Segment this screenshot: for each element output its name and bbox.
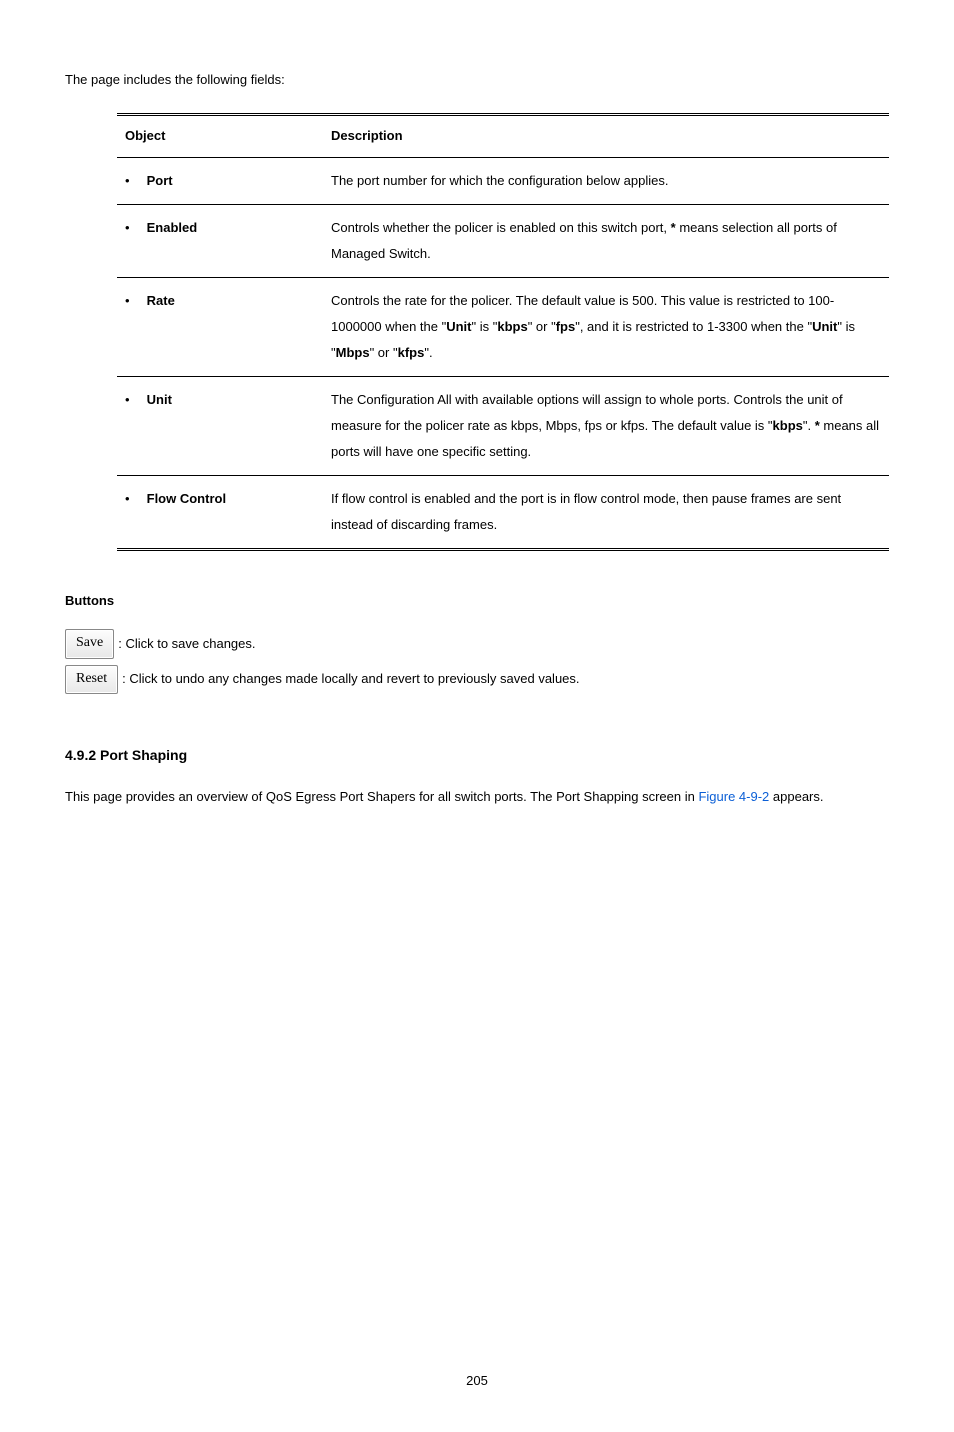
- table-row: • Flow Control If flow control is enable…: [117, 475, 889, 549]
- page-number: 205: [65, 1371, 889, 1392]
- figure-link[interactable]: Figure 4-9-2: [698, 789, 769, 804]
- row-desc: The Configuration All with available opt…: [323, 376, 889, 475]
- row-object: Port: [147, 173, 173, 188]
- save-desc: : Click to save changes.: [118, 634, 255, 655]
- table-row: • Unit The Configuration All with availa…: [117, 376, 889, 475]
- row-desc: Controls the rate for the policer. The d…: [323, 277, 889, 376]
- col-header-description: Description: [323, 114, 889, 157]
- row-object: Enabled: [147, 220, 198, 235]
- row-object: Unit: [147, 392, 172, 407]
- row-desc: If flow control is enabled and the port …: [323, 475, 889, 549]
- button-row-save: Save : Click to save changes.: [65, 629, 889, 658]
- table-row: • Port The port number for which the con…: [117, 157, 889, 204]
- bullet-icon: •: [125, 288, 143, 314]
- section-paragraph: This page provides an overview of QoS Eg…: [65, 783, 889, 812]
- section-heading: 4.9.2 Port Shaping: [65, 744, 889, 766]
- row-object: Rate: [147, 293, 175, 308]
- reset-desc: : Click to undo any changes made locally…: [122, 669, 579, 690]
- table-row: • Enabled Controls whether the policer i…: [117, 204, 889, 277]
- row-desc: The port number for which the configurat…: [323, 157, 889, 204]
- table-row: • Rate Controls the rate for the policer…: [117, 277, 889, 376]
- save-button[interactable]: Save: [65, 629, 114, 658]
- bullet-icon: •: [125, 486, 143, 512]
- bullet-icon: •: [125, 168, 143, 194]
- buttons-heading: Buttons: [65, 591, 889, 612]
- reset-button[interactable]: Reset: [65, 665, 118, 694]
- button-row-reset: Reset : Click to undo any changes made l…: [65, 665, 889, 694]
- bullet-icon: •: [125, 215, 143, 241]
- intro-text: The page includes the following fields:: [65, 70, 889, 91]
- row-desc: Controls whether the policer is enabled …: [323, 204, 889, 277]
- bullet-icon: •: [125, 387, 143, 413]
- fields-table: Object Description • Port The port numbe…: [117, 113, 889, 551]
- col-header-object: Object: [117, 114, 323, 157]
- row-object: Flow Control: [147, 491, 226, 506]
